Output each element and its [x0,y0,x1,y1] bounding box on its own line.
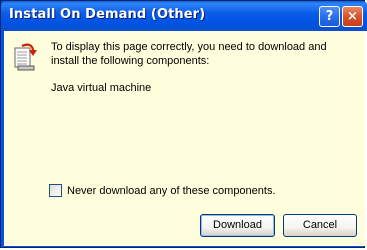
install-document-icon [14,43,37,71]
cancel-button[interactable]: Cancel [283,214,357,237]
install-message: To display this page correctly, you need… [51,41,327,67]
install-on-demand-dialog: Install On Demand (Other) ? × To display… [0,0,367,248]
never-download-label[interactable]: Never download any of these components. [67,185,276,197]
never-download-option[interactable]: Never download any of these components. [49,184,276,197]
dialog-body: To display this page correctly, you need… [4,31,365,246]
download-button[interactable]: Download [200,214,275,237]
component-item: Java virtual machine [51,82,152,94]
help-icon[interactable]: ? [319,6,340,27]
title-bar[interactable]: Install On Demand (Other) ? × [1,1,367,31]
window-title: Install On Demand (Other) [9,7,206,22]
close-icon[interactable]: × [342,6,363,27]
never-download-checkbox[interactable] [49,184,62,197]
